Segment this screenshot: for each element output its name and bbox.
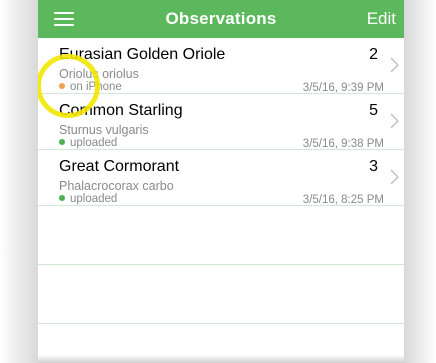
observation-status-label: uploaded <box>70 137 118 149</box>
observation-scientific-name: Sturnus vulgaris <box>59 123 149 137</box>
observation-common-name: Eurasian Golden Oriole <box>59 46 226 63</box>
empty-list-row <box>38 206 404 265</box>
observation-status-label: uploaded <box>70 193 118 205</box>
observation-scientific-name: Phalacrocorax carbo <box>59 179 174 193</box>
observation-common-name: Common Starling <box>59 102 183 119</box>
chevron-right-icon <box>390 57 400 73</box>
edit-button[interactable]: Edit <box>367 9 396 29</box>
observation-status-label: on iPhone <box>70 81 122 93</box>
status-dot-icon <box>59 195 65 201</box>
observation-row[interactable]: Common Starling 5 Sturnus vulgaris uploa… <box>38 94 404 150</box>
chevron-right-icon <box>390 113 400 129</box>
observation-row[interactable]: Great Cormorant 3 Phalacrocorax carbo up… <box>38 150 404 206</box>
left-shadow <box>0 0 38 363</box>
app-screen: Observations Edit Eurasian Golden Oriole… <box>38 0 404 363</box>
observation-count: 3 <box>369 158 378 175</box>
observation-status: on iPhone <box>59 81 122 93</box>
observation-datetime: 3/5/16, 9:39 PM <box>302 82 384 94</box>
observation-datetime: 3/5/16, 8:25 PM <box>302 194 384 206</box>
observation-row[interactable]: Eurasian Golden Oriole 2 Oriolus oriolus… <box>38 38 404 94</box>
observation-count: 2 <box>369 46 378 63</box>
observation-status: uploaded <box>59 137 117 149</box>
chevron-right-icon <box>390 169 400 185</box>
observation-datetime: 3/5/16, 9:38 PM <box>302 138 384 150</box>
observation-count: 5 <box>369 102 378 119</box>
observation-common-name: Great Cormorant <box>59 158 180 175</box>
observations-list: Eurasian Golden Oriole 2 Oriolus oriolus… <box>38 38 404 324</box>
navigation-bar: Observations Edit <box>38 0 404 38</box>
status-dot-icon <box>59 83 65 89</box>
observation-status: uploaded <box>59 193 117 205</box>
status-dot-icon <box>59 139 65 145</box>
right-shadow <box>404 0 436 363</box>
observation-scientific-name: Oriolus oriolus <box>59 67 139 81</box>
empty-list-row <box>38 265 404 324</box>
bottom-shadow <box>38 355 404 363</box>
page-title: Observations <box>165 9 277 28</box>
